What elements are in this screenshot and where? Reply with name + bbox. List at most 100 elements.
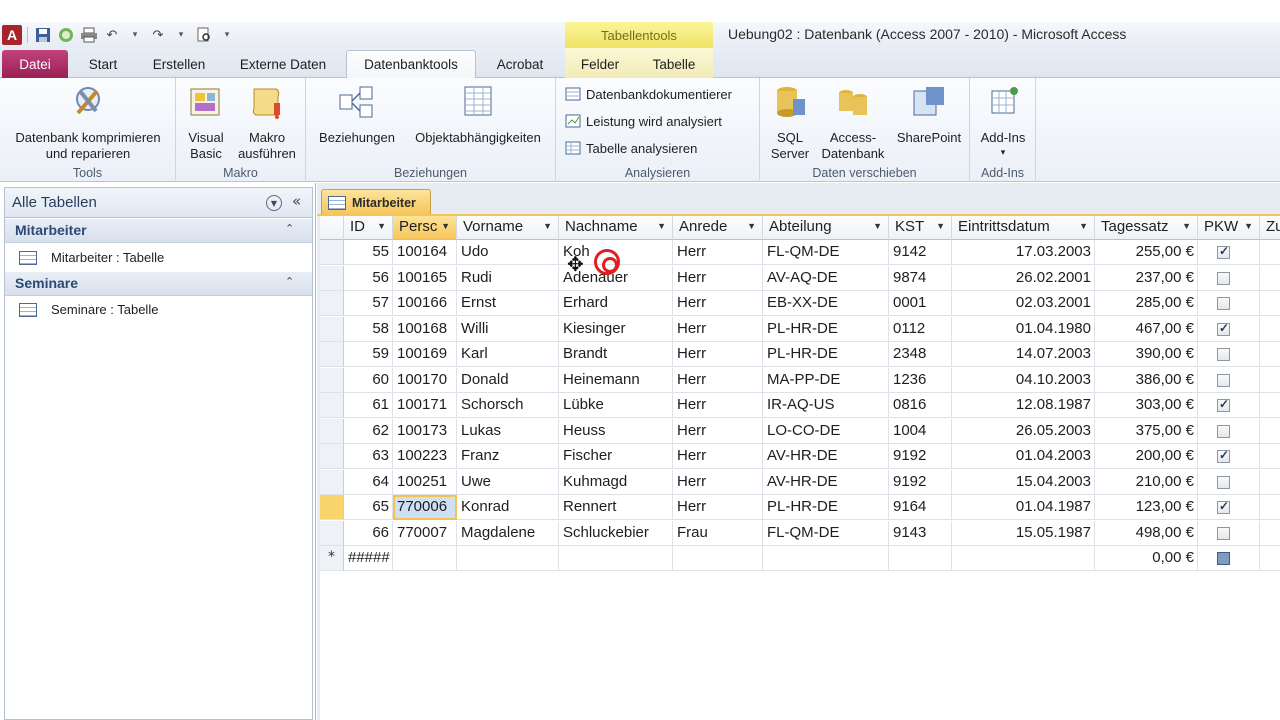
cell-kst[interactable]: 0816 xyxy=(889,393,952,418)
redo-icon[interactable]: ↷ xyxy=(148,25,168,45)
pkw-checkbox[interactable] xyxy=(1217,424,1230,438)
customize-toolbar-icon[interactable]: ▾ xyxy=(217,25,237,45)
cell-kst[interactable]: 0112 xyxy=(889,316,952,342)
new-cell-id[interactable]: ##### xyxy=(344,546,393,571)
cell-nachname[interactable]: Erhard xyxy=(559,291,673,316)
pkw-checkbox[interactable] xyxy=(1217,244,1230,259)
column-header-persc[interactable]: Persc ▼ xyxy=(393,216,457,240)
new-cell-nachname[interactable] xyxy=(559,546,673,571)
cell-nachname[interactable]: Kiesinger xyxy=(559,316,673,342)
cell-pers[interactable]: 100165 xyxy=(393,265,457,291)
cell-zu[interactable] xyxy=(1260,291,1280,316)
cell-abt[interactable]: AV-HR-DE xyxy=(763,469,889,495)
cell-abt[interactable]: FL-QM-DE xyxy=(763,240,889,265)
cell-pers[interactable]: 100169 xyxy=(393,342,457,367)
cell-nachname[interactable]: Kuhmagd xyxy=(559,469,673,495)
cell-nachname[interactable]: Heuss xyxy=(559,418,673,444)
collapse-group-icon[interactable]: ⌃ xyxy=(285,222,294,235)
chevron-down-icon[interactable]: ▼ xyxy=(1182,221,1191,231)
chevron-down-icon[interactable]: ▼ xyxy=(266,195,282,211)
cell-satz[interactable]: 467,00 € xyxy=(1095,316,1198,342)
row-selector[interactable] xyxy=(320,520,344,546)
column-header-kst[interactable]: KST ▼ xyxy=(889,216,952,240)
print-preview-icon[interactable] xyxy=(194,25,214,45)
pkw-checkbox[interactable] xyxy=(1217,397,1230,412)
row-selector[interactable] xyxy=(320,291,344,316)
cell-id[interactable]: 60 xyxy=(344,367,393,393)
cell-zu[interactable] xyxy=(1260,393,1280,418)
column-header-abteilung[interactable]: Abteilung ▼ xyxy=(763,216,889,240)
select-all-corner[interactable] xyxy=(320,216,344,240)
new-pkw-checkbox[interactable] xyxy=(1217,552,1230,565)
cell-vorname[interactable]: Franz xyxy=(457,444,559,469)
save-icon[interactable] xyxy=(33,25,53,45)
cell-pkw[interactable] xyxy=(1198,291,1260,316)
cell-nachname[interactable]: Rennert xyxy=(559,495,673,520)
column-header-vorname[interactable]: Vorname ▼ xyxy=(457,216,559,240)
column-header-tagessatz[interactable]: Tagessatz ▼ xyxy=(1095,216,1198,240)
cell-anrede[interactable]: Herr xyxy=(673,469,763,495)
cell-abt[interactable]: AV-AQ-DE xyxy=(763,265,889,291)
column-header-anrede[interactable]: Anrede ▼ xyxy=(673,216,763,240)
tab-start[interactable]: Start xyxy=(72,50,134,78)
cell-anrede[interactable]: Herr xyxy=(673,316,763,342)
cell-zu[interactable] xyxy=(1260,521,1280,546)
new-record-selector[interactable]: * xyxy=(320,546,344,571)
chevron-down-icon[interactable]: ▼ xyxy=(936,221,945,231)
tab-tabelle[interactable]: Tabelle xyxy=(642,50,706,78)
cell-pers[interactable]: 100223 xyxy=(393,444,457,469)
undo-dropdown-icon[interactable]: ▾ xyxy=(125,25,145,45)
cell-id[interactable]: 57 xyxy=(344,291,393,316)
cell-id[interactable]: 63 xyxy=(344,444,393,469)
cell-datum[interactable]: 15.04.2003 xyxy=(952,469,1095,495)
cell-pers[interactable]: 100171 xyxy=(393,393,457,418)
tab-externe-daten[interactable]: Externe Daten xyxy=(228,50,338,78)
globe-icon[interactable] xyxy=(56,25,76,45)
navigation-pane-header[interactable]: Alle Tabellen ▼ « xyxy=(5,188,312,218)
run-macro-button[interactable]: Makro ausführen xyxy=(234,82,300,162)
cell-datum[interactable]: 17.03.2003 xyxy=(952,240,1095,265)
tab-felder[interactable]: Felder xyxy=(570,50,630,78)
sql-server-button[interactable]: SQL Server xyxy=(766,82,814,162)
cell-vorname[interactable]: Konrad xyxy=(457,495,559,520)
pkw-checkbox[interactable] xyxy=(1217,321,1230,336)
cell-pkw[interactable] xyxy=(1198,265,1260,291)
cell-id[interactable]: 58 xyxy=(344,316,393,342)
tab-datei[interactable]: Datei xyxy=(2,50,68,78)
cell-kst[interactable]: 0001 xyxy=(889,291,952,316)
cell-id[interactable]: 55 xyxy=(344,240,393,265)
cell-zu[interactable] xyxy=(1260,317,1280,342)
cell-vorname[interactable]: Willi xyxy=(457,316,559,342)
column-header-zu[interactable]: Zu xyxy=(1260,216,1280,240)
cell-abt[interactable]: PL-HR-DE xyxy=(763,495,889,520)
cell-vorname[interactable]: Lukas xyxy=(457,418,559,444)
cell-datum[interactable]: 12.08.1987 xyxy=(952,393,1095,418)
cell-satz[interactable]: 390,00 € xyxy=(1095,342,1198,367)
cell-pers[interactable]: 100166 xyxy=(393,291,457,316)
cell-kst[interactable]: 1236 xyxy=(889,367,952,393)
compact-repair-button[interactable]: Datenbank komprimieren und reparieren xyxy=(6,82,170,162)
cell-datum[interactable]: 14.07.2003 xyxy=(952,342,1095,367)
cell-vorname[interactable]: Ernst xyxy=(457,291,559,316)
cell-pkw[interactable] xyxy=(1198,342,1260,367)
access-database-button[interactable]: Access- Datenbank xyxy=(818,82,888,162)
pkw-checkbox[interactable] xyxy=(1217,448,1230,463)
cell-kst[interactable]: 9192 xyxy=(889,444,952,469)
cell-anrede[interactable]: Frau xyxy=(673,520,763,546)
cell-pers[interactable]: 100251 xyxy=(393,469,457,495)
cell-vorname[interactable]: Karl xyxy=(457,342,559,367)
new-cell-pers[interactable] xyxy=(393,546,457,571)
analyze-performance-button[interactable]: Leistung wird analysiert xyxy=(564,113,722,129)
collapse-pane-icon[interactable]: « xyxy=(292,192,301,210)
cell-anrede[interactable]: Herr xyxy=(673,418,763,444)
new-cell-pkw[interactable] xyxy=(1198,546,1260,571)
pkw-checkbox[interactable] xyxy=(1217,297,1230,310)
cell-satz[interactable]: 285,00 € xyxy=(1095,291,1198,316)
cell-anrede[interactable]: Herr xyxy=(673,342,763,367)
cell-nachname[interactable]: Schluckebier xyxy=(559,520,673,546)
cell-abt[interactable]: IR-AQ-US xyxy=(763,393,889,418)
cell-zu[interactable] xyxy=(1260,240,1280,265)
chevron-down-icon[interactable]: ▼ xyxy=(747,221,756,231)
cell-vorname[interactable]: Magdalene xyxy=(457,520,559,546)
pkw-checkbox[interactable] xyxy=(1217,373,1230,387)
